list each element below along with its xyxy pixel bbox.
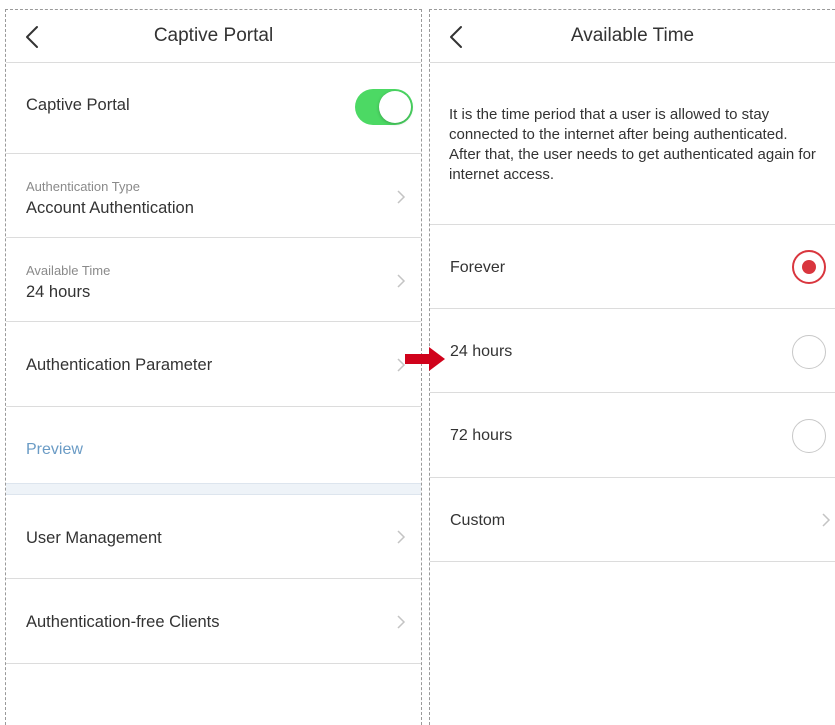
radio-unselected[interactable] [792,419,826,453]
radio-selected[interactable] [792,250,826,284]
user-management-label: User Management [26,529,162,547]
option-label: 24 hours [450,343,513,360]
available-time-row[interactable]: Available Time 24 hours [6,238,421,322]
radio-dot [802,260,816,274]
captive-portal-screen: Captive Portal Captive Portal Authentica… [5,9,422,725]
available-time-label: Available Time [26,263,111,278]
authentication-free-clients-label: Authentication-free Clients [26,613,220,631]
captive-portal-label: Captive Portal [26,96,130,114]
authentication-parameter-row[interactable]: Authentication Parameter [6,322,421,407]
captive-portal-toggle[interactable] [355,89,413,125]
authentication-type-row[interactable]: Authentication Type Account Authenticati… [6,154,421,238]
chevron-right-icon [397,274,406,288]
chevron-right-icon [397,530,406,544]
toggle-knob [379,91,411,123]
authentication-type-value: Account Authentication [26,199,194,217]
chevron-right-icon [822,513,831,527]
option-label: Custom [450,512,506,529]
radio-unselected[interactable] [792,335,826,369]
available-time-screen: Available Time It is the time period tha… [429,9,835,725]
option-label: 72 hours [450,427,513,444]
preview-link[interactable]: Preview [26,441,83,459]
authentication-free-clients-row[interactable]: Authentication-free Clients [6,579,421,664]
authentication-parameter-label: Authentication Parameter [26,356,213,374]
user-management-row[interactable]: User Management [6,495,421,579]
section-divider [6,483,421,495]
chevron-right-icon [397,190,406,204]
available-time-value: 24 hours [26,283,91,301]
authentication-type-label: Authentication Type [26,179,140,194]
captive-portal-row: Captive Portal [6,63,421,154]
option-forever[interactable]: Forever [430,225,835,309]
option-custom[interactable]: Custom [430,478,835,562]
page-title: Available Time [570,25,695,46]
option-72-hours[interactable]: 72 hours [430,393,835,478]
page-title: Captive Portal [153,25,274,46]
preview-row[interactable]: Preview [6,407,421,491]
red-arrow-icon [405,347,445,371]
option-label: Forever [450,259,506,276]
available-time-description: It is the time period that a user is all… [449,106,816,183]
option-24-hours[interactable]: 24 hours [430,309,835,393]
nav-header: Available Time [430,10,835,63]
chevron-right-icon [397,615,406,629]
nav-header: Captive Portal [6,10,421,63]
